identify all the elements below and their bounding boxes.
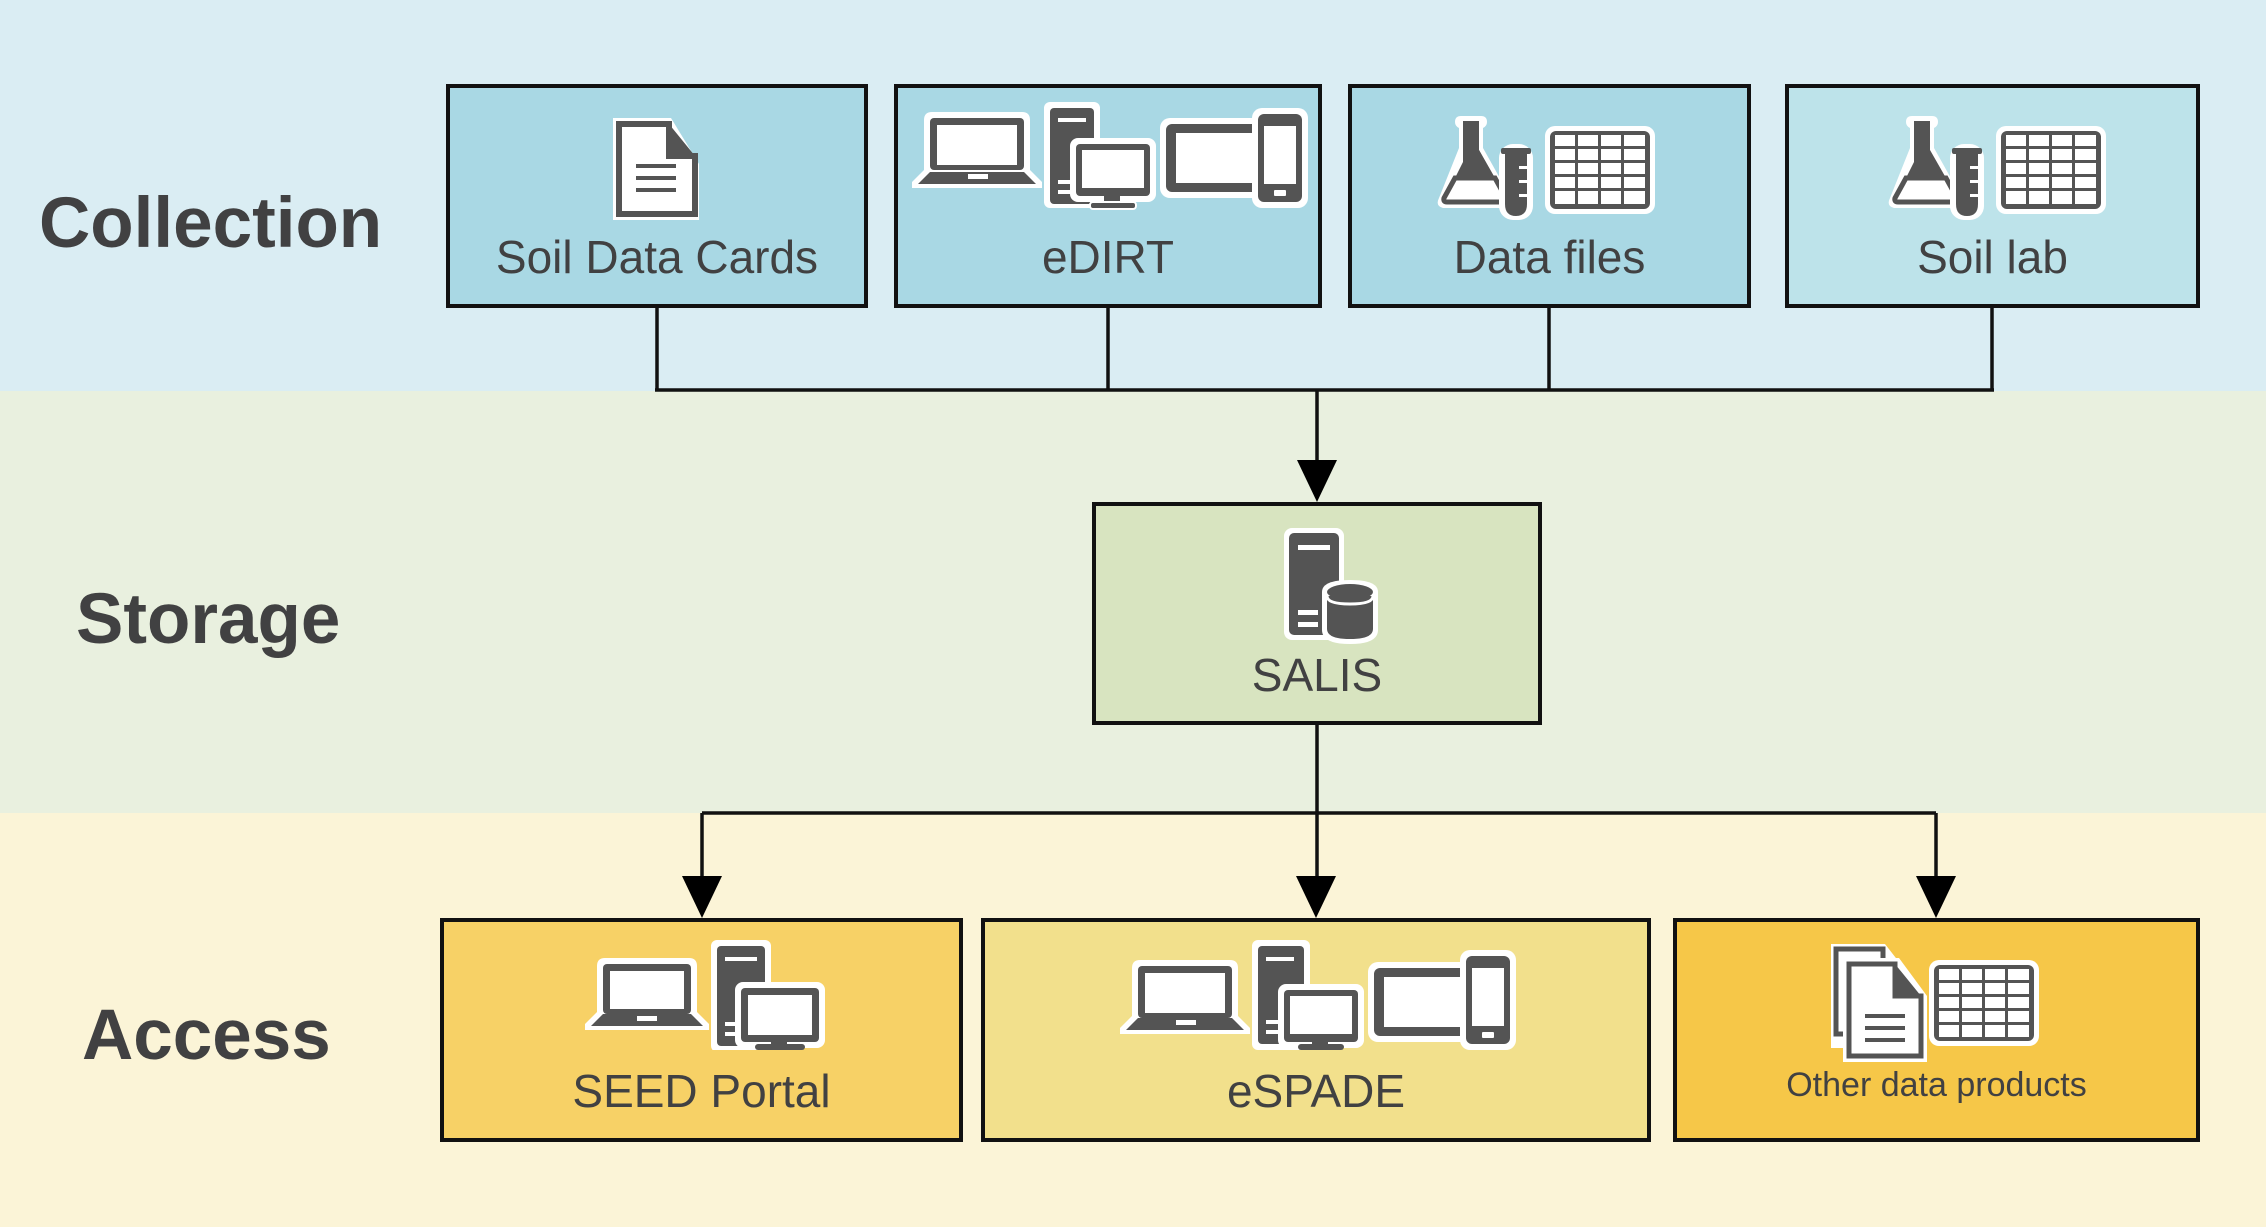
database-icon xyxy=(1322,580,1378,644)
table-icon xyxy=(1929,960,2039,1046)
document-icon xyxy=(613,118,699,220)
node-label: Data files xyxy=(1453,231,1646,283)
node-label: Soil lab xyxy=(1917,231,2068,283)
node-label: eSPADE xyxy=(1226,1065,1406,1117)
node-seed-portal[interactable]: SEED Portal xyxy=(440,918,963,1142)
monitor-icon xyxy=(1070,138,1156,210)
arrowhead-salis xyxy=(1297,460,1337,502)
laptop-icon xyxy=(585,958,709,1030)
phone-icon xyxy=(1252,108,1308,208)
node-data-files[interactable]: Data files xyxy=(1348,84,1751,308)
node-espade[interactable]: eSPADE xyxy=(981,918,1651,1142)
node-label: eDIRT xyxy=(1041,231,1175,283)
monitor-icon xyxy=(1278,984,1364,1050)
lab-and-table-icon xyxy=(1437,116,1655,220)
node-soil-data-cards[interactable]: Soil Data Cards xyxy=(446,84,868,308)
arrowhead-seed-portal xyxy=(682,876,722,918)
arrowhead-other-data-products xyxy=(1916,876,1956,918)
laptop-icon xyxy=(1120,960,1250,1034)
node-other-data-products[interactable]: Other data products xyxy=(1673,918,2200,1142)
documents-and-table-icon xyxy=(1831,944,2039,1062)
laptop-icon xyxy=(912,112,1042,188)
documents-icon xyxy=(1831,944,1927,1062)
node-label: Soil Data Cards xyxy=(495,231,819,283)
computers-icon xyxy=(585,940,825,1050)
node-soil-lab[interactable]: Soil lab xyxy=(1785,84,2200,308)
node-label: SALIS xyxy=(1251,649,1383,701)
phone-icon xyxy=(1460,950,1516,1050)
server-database-icon xyxy=(1284,528,1378,644)
test-tube-icon xyxy=(1499,144,1533,220)
node-salis[interactable]: SALIS xyxy=(1092,502,1542,725)
devices-icon xyxy=(912,102,1308,210)
arrowhead-espade xyxy=(1296,876,1336,918)
test-tube-icon xyxy=(1950,144,1984,220)
monitor-icon xyxy=(735,982,825,1050)
node-edirt[interactable]: eDIRT xyxy=(894,84,1322,308)
table-icon xyxy=(1996,126,2106,214)
node-label: Other data products xyxy=(1786,1066,2087,1104)
node-label: SEED Portal xyxy=(572,1065,831,1117)
devices-icon xyxy=(1120,940,1516,1050)
table-icon xyxy=(1545,126,1655,214)
lab-and-table-icon xyxy=(1888,116,2106,220)
